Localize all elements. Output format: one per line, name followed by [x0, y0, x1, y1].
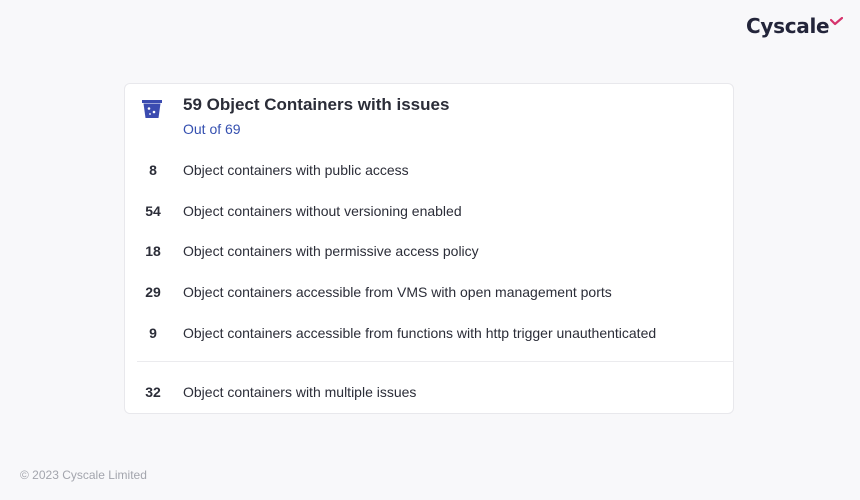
issue-row-public-access[interactable]: 8 Object containers with public access: [125, 160, 733, 180]
issue-label: Object containers accessible from functi…: [183, 325, 657, 341]
issue-row-permissive-policy[interactable]: 18 Object containers with permissive acc…: [125, 241, 733, 261]
logo-check-icon: [830, 17, 844, 26]
bucket-icon: [142, 100, 162, 118]
issue-row-vms-management-ports[interactable]: 29 Object containers accessible from VMS…: [125, 282, 733, 302]
issue-count: 18: [145, 243, 161, 259]
copyright-footer: © 2023 Cyscale Limited: [20, 468, 147, 482]
card-subtitle: Out of 69: [183, 121, 241, 137]
issue-row-versioning[interactable]: 54 Object containers without versioning …: [125, 201, 733, 221]
issue-label: Object containers with permissive access…: [183, 243, 479, 259]
issue-label: Object containers with multiple issues: [183, 384, 417, 400]
object-containers-issues-card: 59 Object Containers with issues Out of …: [124, 83, 734, 414]
issue-label: Object containers without versioning ena…: [183, 203, 462, 219]
issue-row-multiple-issues[interactable]: 32 Object containers with multiple issue…: [125, 382, 733, 402]
card-title: 59 Object Containers with issues: [183, 95, 450, 114]
issue-count: 8: [149, 162, 157, 178]
issue-row-functions-http-trigger[interactable]: 9 Object containers accessible from func…: [125, 323, 733, 343]
cyscale-logo: Cyscale: [746, 12, 844, 40]
issue-count: 32: [145, 384, 161, 400]
issue-label: Object containers accessible from VMS wi…: [183, 284, 612, 300]
brand-name: Cyscale: [746, 14, 830, 38]
issue-label: Object containers with public access: [183, 162, 409, 178]
issue-count: 29: [145, 284, 161, 300]
issue-count: 9: [149, 325, 157, 341]
divider: [137, 361, 734, 362]
issue-count: 54: [145, 203, 161, 219]
